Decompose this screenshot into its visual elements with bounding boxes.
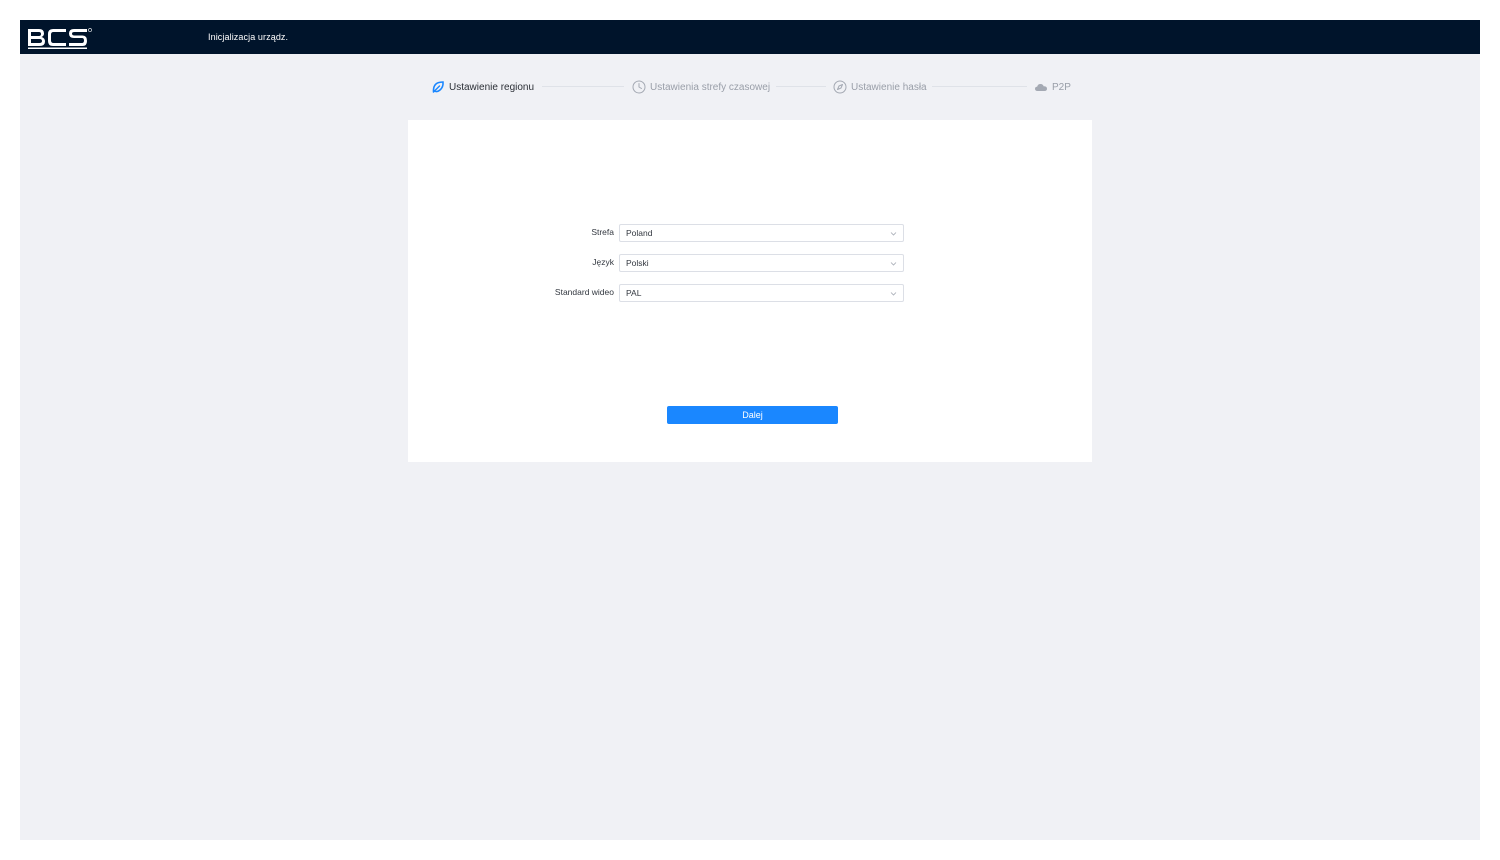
leaf-icon xyxy=(431,80,445,94)
zone-select[interactable]: Poland xyxy=(619,224,904,242)
top-bar: Inicjalizacja urządz. xyxy=(20,20,1480,54)
step-label: Ustawienie hasła xyxy=(851,81,927,93)
step-password: Ustawienie hasła xyxy=(833,78,927,96)
zone-label: Strefa xyxy=(591,227,614,237)
video-standard-label: Standard wideo xyxy=(554,287,614,297)
cloud-icon xyxy=(1034,80,1048,94)
step-connector xyxy=(776,86,826,87)
next-button[interactable]: Dalej xyxy=(667,406,838,424)
bcs-logo xyxy=(26,26,92,50)
language-label: Język xyxy=(592,257,614,267)
language-select[interactable]: Polski xyxy=(619,254,904,272)
chevron-down-icon xyxy=(890,260,897,267)
step-label: Ustawienie regionu xyxy=(449,81,535,93)
step-label: Ustawienia strefy czasowej xyxy=(650,81,771,93)
app-window: Inicjalizacja urządz. Ustawienie regionu… xyxy=(20,20,1480,840)
clock-icon xyxy=(632,80,646,94)
page-title: Inicjalizacja urządz. xyxy=(208,32,289,42)
form-row-video-standard: Standard wideo PAL xyxy=(408,284,1092,302)
video-standard-select-value: PAL xyxy=(626,288,642,298)
step-connector xyxy=(542,86,624,87)
step-p2p: P2P xyxy=(1034,78,1071,96)
chevron-down-icon xyxy=(890,230,897,237)
compass-icon xyxy=(833,80,847,94)
form-row-zone: Strefa Poland xyxy=(408,224,1092,242)
region-settings-card: Strefa Poland Język Polski Standard wide… xyxy=(408,120,1092,462)
step-region: Ustawienie regionu xyxy=(431,78,534,96)
chevron-down-icon xyxy=(890,290,897,297)
form-row-language: Język Polski xyxy=(408,254,1092,272)
zone-select-value: Poland xyxy=(626,228,653,238)
step-connector xyxy=(932,86,1027,87)
step-label: P2P xyxy=(1052,81,1071,93)
step-timezone: Ustawienia strefy czasowej xyxy=(632,78,770,96)
language-select-value: Polski xyxy=(626,258,649,268)
setup-stepper: Ustawienie regionu Ustawienia strefy cza… xyxy=(20,78,1480,96)
video-standard-select[interactable]: PAL xyxy=(619,284,904,302)
